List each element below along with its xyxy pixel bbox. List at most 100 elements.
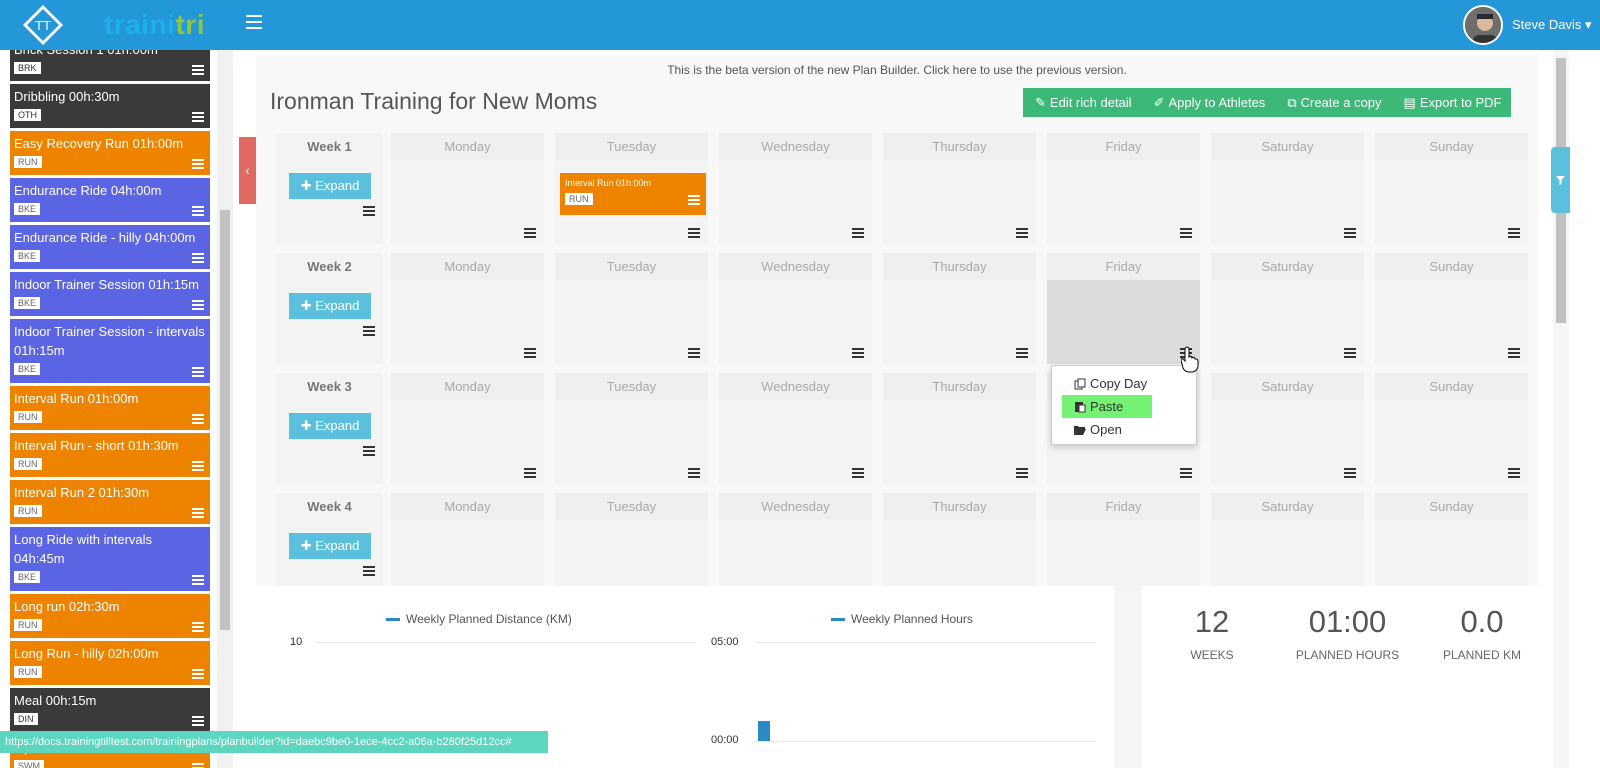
workout-menu-icon[interactable] <box>192 367 204 377</box>
day-menu-icon[interactable] <box>524 468 536 478</box>
edit-rich-detail-button[interactable]: ✎ Edit rich detail <box>1023 88 1142 117</box>
day-drop-zone[interactable] <box>883 160 1036 244</box>
day-menu-icon[interactable] <box>1508 228 1520 238</box>
beta-notice[interactable]: This is the beta version of the new Plan… <box>256 63 1538 77</box>
day-drop-zone[interactable] <box>1211 160 1364 244</box>
week-menu-icon[interactable] <box>363 566 375 576</box>
menu-toggle-icon[interactable] <box>246 15 262 29</box>
library-workout-item[interactable]: Easy Recovery Run 01h:00m RUN <box>10 131 210 175</box>
day-menu-icon[interactable] <box>688 228 700 238</box>
paste-menu-item[interactable]: Paste <box>1062 395 1152 418</box>
day-drop-zone[interactable] <box>1375 400 1528 484</box>
day-cell[interactable]: Tuesday <box>555 373 708 484</box>
day-drop-zone[interactable] <box>555 400 708 484</box>
day-cell[interactable]: Monday <box>391 133 544 244</box>
week-menu-icon[interactable] <box>363 206 375 216</box>
expand-week-button[interactable]: ✚ Expand <box>289 293 371 319</box>
day-menu-icon[interactable] <box>1180 468 1192 478</box>
day-drop-zone[interactable] <box>883 280 1036 364</box>
day-menu-icon[interactable] <box>1344 468 1356 478</box>
day-menu-icon[interactable] <box>852 348 864 358</box>
workout-menu-icon[interactable] <box>192 414 204 424</box>
workout-menu-icon[interactable] <box>192 669 204 679</box>
day-cell[interactable]: Saturday <box>1211 253 1364 364</box>
day-menu-icon[interactable] <box>688 348 700 358</box>
library-workout-item[interactable]: Long Ride with intervals 04h:45m BKE <box>10 527 210 591</box>
day-drop-zone[interactable] <box>1375 280 1528 364</box>
day-cell[interactable]: Saturday <box>1211 133 1364 244</box>
day-menu-icon[interactable] <box>688 468 700 478</box>
library-workout-item[interactable]: Long run 02h:30m RUN <box>10 594 210 638</box>
day-cell[interactable]: Saturday <box>1211 373 1364 484</box>
day-drop-zone[interactable] <box>555 280 708 364</box>
workout-menu-icon[interactable] <box>192 716 204 726</box>
day-menu-icon[interactable] <box>1508 468 1520 478</box>
day-cell[interactable]: Thursday <box>883 373 1036 484</box>
workout-menu-icon[interactable] <box>192 159 204 169</box>
library-workout-item[interactable]: Endurance Ride 04h:00m BKE <box>10 178 210 222</box>
library-workout-item[interactable]: Indoor Trainer Session - intervals 01h:1… <box>10 319 210 383</box>
day-menu-icon[interactable] <box>1016 228 1028 238</box>
day-drop-zone[interactable] <box>1211 400 1364 484</box>
day-cell[interactable]: Friday <box>1047 253 1200 364</box>
day-menu-icon[interactable] <box>524 348 536 358</box>
collapse-sidebar-button[interactable]: ‹ <box>239 137 256 204</box>
day-menu-icon[interactable] <box>1344 228 1356 238</box>
workout-menu-icon[interactable] <box>192 206 204 216</box>
day-drop-zone[interactable] <box>1047 280 1200 364</box>
session-menu-icon[interactable] <box>688 195 700 205</box>
day-cell[interactable]: Sunday <box>1375 373 1528 484</box>
day-menu-icon[interactable] <box>852 468 864 478</box>
workout-menu-icon[interactable] <box>192 65 204 75</box>
day-cell[interactable]: Wednesday <box>719 253 872 364</box>
library-workout-item[interactable]: Long Run - hilly 02h:00m RUN <box>10 641 210 685</box>
expand-week-button[interactable]: ✚ Expand <box>289 533 371 559</box>
day-cell[interactable]: Sunday <box>1375 133 1528 244</box>
day-drop-zone[interactable] <box>883 400 1036 484</box>
day-menu-icon[interactable] <box>1508 348 1520 358</box>
week-menu-icon[interactable] <box>363 446 375 456</box>
day-cell[interactable]: Monday <box>391 253 544 364</box>
workout-menu-icon[interactable] <box>192 508 204 518</box>
create-copy-button[interactable]: ⧉ Create a copy <box>1275 88 1391 117</box>
day-menu-icon[interactable] <box>524 228 536 238</box>
day-cell[interactable]: Tuesday Interval Run 01h:00m RUN <box>555 133 708 244</box>
day-cell[interactable]: Thursday <box>883 253 1036 364</box>
day-menu-icon[interactable] <box>1016 348 1028 358</box>
library-workout-item[interactable]: Indoor Trainer Session 01h:15m BKE <box>10 272 210 316</box>
apply-to-athletes-button[interactable]: ✐ Apply to Athletes <box>1142 88 1276 117</box>
day-drop-zone[interactable] <box>1375 160 1528 244</box>
library-workout-item[interactable]: Brick Session 1 01h:00m BRK <box>10 50 210 81</box>
copy-day-menu-item[interactable]: Copy Day <box>1062 372 1152 395</box>
workout-menu-icon[interactable] <box>192 622 204 632</box>
brand-logo[interactable]: trainitri <box>104 9 205 41</box>
day-cell[interactable]: Friday <box>1047 133 1200 244</box>
day-cell[interactable]: Thursday <box>883 133 1036 244</box>
open-menu-item[interactable]: Open <box>1062 418 1152 441</box>
logo-icon[interactable]: TT <box>22 4 64 46</box>
day-drop-zone[interactable] <box>1211 280 1364 364</box>
day-menu-icon[interactable] <box>1344 348 1356 358</box>
workout-menu-icon[interactable] <box>192 461 204 471</box>
day-drop-zone[interactable] <box>391 400 544 484</box>
day-drop-zone[interactable] <box>391 160 544 244</box>
filter-button[interactable] <box>1551 147 1570 213</box>
sidebar-scrollbar[interactable] <box>217 50 233 768</box>
workout-menu-icon[interactable] <box>192 300 204 310</box>
library-workout-item[interactable]: Meal 00h:15m DIN <box>10 688 210 732</box>
day-cell[interactable]: Wednesday <box>719 133 872 244</box>
library-workout-item[interactable]: Interval Run 01h:00m RUN <box>10 386 210 430</box>
workout-menu-icon[interactable] <box>192 763 204 768</box>
day-cell[interactable]: Sunday <box>1375 253 1528 364</box>
expand-week-button[interactable]: ✚ Expand <box>289 413 371 439</box>
avatar[interactable] <box>1463 5 1503 45</box>
day-drop-zone[interactable] <box>719 400 872 484</box>
day-drop-zone[interactable] <box>391 280 544 364</box>
week-menu-icon[interactable] <box>363 326 375 336</box>
day-menu-icon[interactable] <box>1016 468 1028 478</box>
library-workout-item[interactable]: Dribbling 00h:30m OTH <box>10 84 210 128</box>
day-cell[interactable]: Monday <box>391 373 544 484</box>
workout-menu-icon[interactable] <box>192 112 204 122</box>
day-drop-zone[interactable] <box>1047 160 1200 244</box>
library-workout-item[interactable]: Endurance Ride - hilly 04h:00m BKE <box>10 225 210 269</box>
